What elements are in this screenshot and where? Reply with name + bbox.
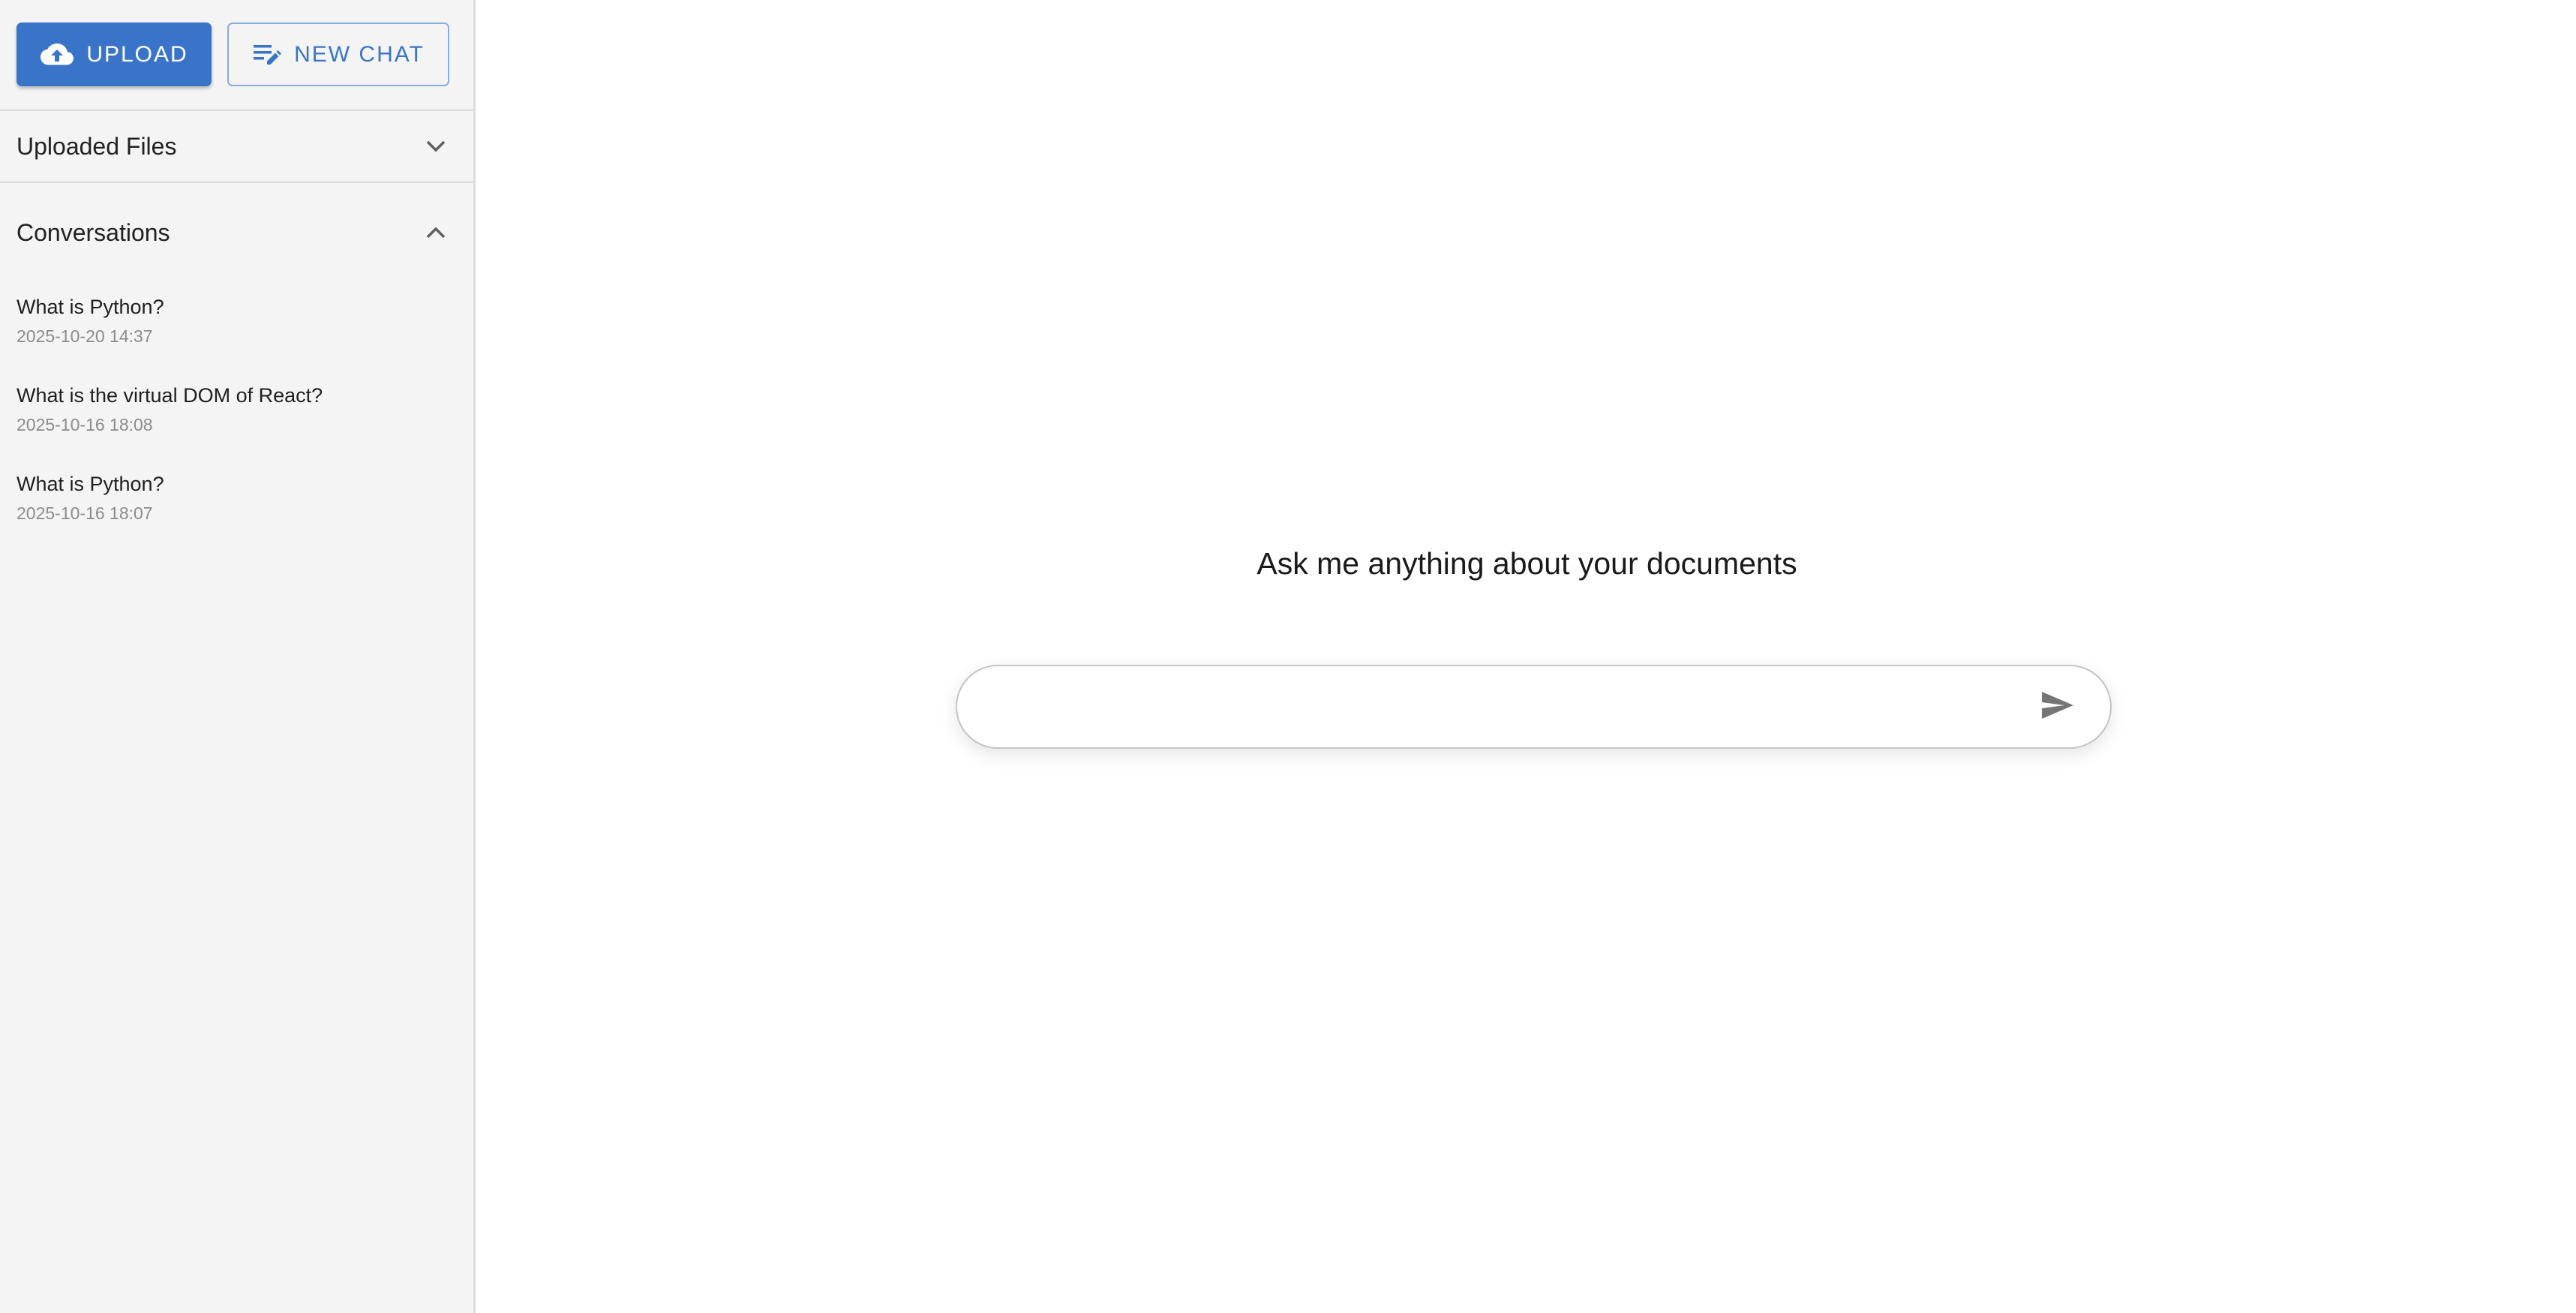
conversation-title: What is Python? <box>17 296 164 318</box>
upload-button[interactable]: Upload <box>17 23 212 86</box>
empty-state-prompt: Ask me anything about your documents <box>1256 546 1797 581</box>
sidebar: Upload New Chat Uploaded Files <box>0 0 476 1313</box>
conversation-item[interactable]: What is Python? 2025-10-16 18:07 <box>0 456 473 545</box>
chat-area: Ask me anything about your documents <box>478 0 2576 1313</box>
send-icon <box>2040 690 2075 724</box>
conversation-item[interactable]: What is the virtual DOM of React? 2025-1… <box>0 368 473 456</box>
new-chat-button[interactable]: New Chat <box>227 23 449 86</box>
upload-label: Upload <box>86 41 188 67</box>
sidebar-toolbar: Upload New Chat <box>0 0 473 111</box>
conversation-timestamp: 2025-10-16 18:07 <box>17 503 153 523</box>
chat-input[interactable] <box>957 666 2016 747</box>
chat-input-bar <box>956 665 2112 749</box>
conversations-title: Conversations <box>17 218 170 246</box>
conversation-title: What is the virtual DOM of React? <box>17 384 323 407</box>
uploaded-files-header[interactable]: Uploaded Files <box>0 111 473 183</box>
conversation-title: What is Python? <box>17 473 164 495</box>
conversation-item[interactable]: What is Python? 2025-10-20 14:37 <box>0 279 473 368</box>
conversations-header[interactable]: Conversations <box>0 197 473 269</box>
new-chat-label: New Chat <box>294 41 425 67</box>
uploaded-files-title: Uploaded Files <box>17 132 177 160</box>
conversation-timestamp: 2025-10-16 18:08 <box>17 415 153 434</box>
app-window: Upload New Chat Uploaded Files <box>0 0 2576 1313</box>
conversation-list: What is Python? 2025-10-20 14:37 What is… <box>0 279 473 545</box>
conversation-timestamp: 2025-10-20 14:37 <box>17 326 153 346</box>
chevron-up-icon[interactable] <box>425 226 446 239</box>
cloud-upload-icon <box>40 42 74 68</box>
edit-note-icon <box>252 42 282 68</box>
send-button[interactable] <box>2016 666 2100 747</box>
chevron-down-icon[interactable] <box>425 140 446 153</box>
